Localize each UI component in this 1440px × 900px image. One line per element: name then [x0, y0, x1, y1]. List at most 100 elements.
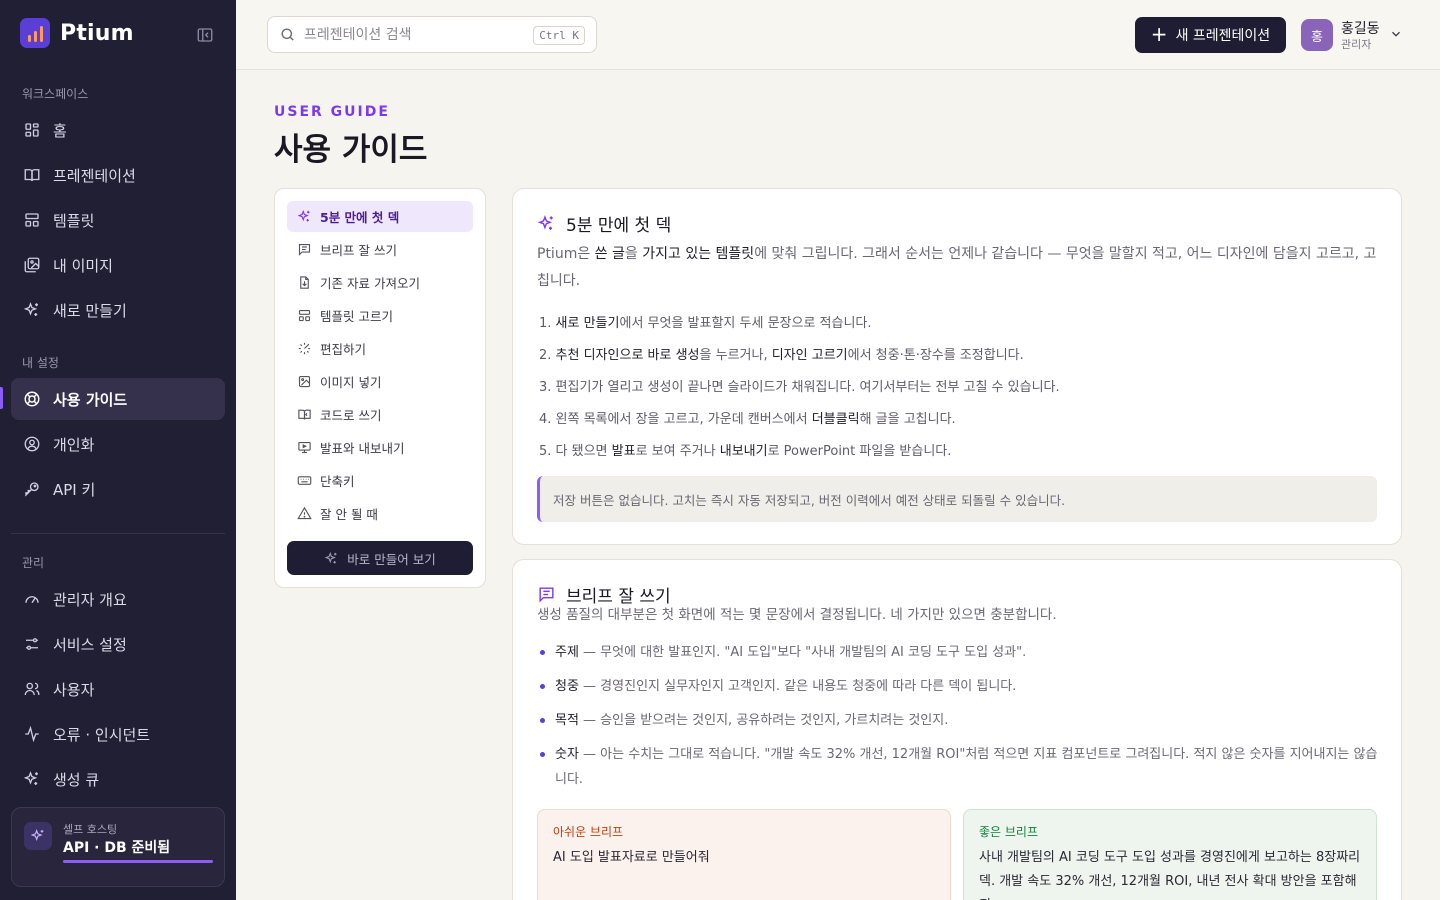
- plus-icon: +: [1150, 22, 1168, 46]
- intro-text: Ptium은: [537, 246, 595, 262]
- step-emphasis: 추천 디자인으로 바로 생성: [555, 348, 700, 363]
- selfhost-status-card: 셀프 호스팅 API · DB 준비됨: [11, 807, 225, 887]
- selfhost-label: 셀프 호스팅: [63, 823, 118, 836]
- sidebar-item-users[interactable]: 사용자: [11, 668, 225, 710]
- intro-text: 을: [624, 246, 643, 262]
- intro-emphasis: 가지고 있는 템플릿: [642, 246, 755, 262]
- user-circle-icon: [24, 436, 40, 452]
- toc-item-label: 코드로 쓰기: [320, 408, 382, 423]
- sparkles-icon: [23, 302, 38, 316]
- toc-item-images[interactable]: 이미지 넣기: [287, 366, 473, 397]
- sidebar-item-my-images[interactable]: 내 이미지: [11, 244, 225, 286]
- toc-item-label: 템플릿 고르기: [320, 309, 393, 324]
- search-box[interactable]: Ctrl K: [267, 16, 597, 53]
- search-shortcut: Ctrl K: [533, 26, 585, 45]
- step-text: 을 누르거나,: [699, 348, 772, 363]
- user-role: 관리자: [1341, 38, 1372, 51]
- key-icon: [25, 482, 39, 497]
- toc-item-brief[interactable]: 브리프 잘 쓰기: [287, 234, 473, 265]
- logo-icon: [20, 18, 50, 48]
- toc-item-label: 잘 안 될 때: [320, 507, 378, 522]
- selfhost-progress-fill: [63, 860, 213, 863]
- toc-item-quickstart[interactable]: 5분 만에 첫 덱: [287, 201, 473, 232]
- bullet-text: — 아는 수치는 그대로 적습니다. "개발 속도 32% 개선, 12개월 R…: [555, 747, 1378, 787]
- toc-item-shortcuts[interactable]: 단축키: [287, 465, 473, 496]
- search-input[interactable]: [304, 26, 524, 43]
- sidebar-item-label: 사용 가이드: [53, 390, 128, 409]
- users-icon: [24, 682, 40, 696]
- toc-item-import[interactable]: 기존 자료 가져오기: [287, 267, 473, 298]
- nav-section-workspace: 워크스페이스: [22, 87, 89, 101]
- bullet-term: 주제: [555, 645, 579, 660]
- step-emphasis: 더블클릭: [811, 412, 860, 427]
- step-number: 1.: [539, 316, 552, 331]
- active-indicator: [0, 387, 3, 409]
- toc-item-templates[interactable]: 템플릿 고르기: [287, 300, 473, 331]
- toc-item-editing[interactable]: 편집하기: [287, 333, 473, 364]
- quickstart-step: 1. 새로 만들기에서 무엇을 발표할지 두세 문장으로 적습니다.: [539, 312, 1379, 331]
- step-emphasis: 디자인 고르기: [771, 348, 848, 363]
- brief-bullet: 숫자 — 아는 수치는 그대로 적습니다. "개발 속도 32% 개선, 12개…: [537, 742, 1379, 792]
- step-number: 4.: [539, 412, 552, 427]
- step-text: 해 글을 고칩니다.: [859, 412, 956, 427]
- bullet-term: 목적: [555, 713, 579, 728]
- sidebar-item-generation-queue[interactable]: 생성 큐: [11, 758, 225, 800]
- quickstart-intro: Ptium은 쓴 글을 가지고 있는 템플릿에 맞춰 그립니다. 그래서 순서는…: [537, 241, 1379, 295]
- quickstart-step: 4. 왼쪽 목록에서 장을 고르고, 가운데 캔버스에서 더블클릭해 글을 고칩…: [539, 408, 1379, 427]
- brief-card: 브리프 잘 쓰기 생성 품질의 대부분은 첫 화면에 적는 몇 문장에서 결정됩…: [512, 559, 1402, 900]
- sparkles-icon: [297, 209, 310, 222]
- toc-item-label: 단축키: [320, 474, 355, 489]
- layout-icon: [25, 213, 39, 227]
- sidebar-item-service-settings[interactable]: 서비스 설정: [11, 623, 225, 665]
- chevron-down-icon[interactable]: [1389, 27, 1403, 41]
- search-icon: [281, 28, 294, 41]
- bad-brief-example: 아쉬운 브리프 AI 도입 발표자료로 만들어줘: [537, 809, 951, 900]
- bullet-term: 청중: [555, 679, 579, 694]
- sidebar-item-personalization[interactable]: 개인화: [11, 423, 225, 465]
- step-emphasis: 새로 만들기: [555, 316, 620, 331]
- sidebar-item-presentations[interactable]: 프레젠테이션: [11, 154, 225, 196]
- sidebar-item-admin-overview[interactable]: 관리자 개요: [11, 578, 225, 620]
- image-icon: [298, 375, 311, 388]
- step-text: 편집기가 열리고 생성이 끝나면 슬라이드가 채워집니다. 여기서부터는 전부 …: [555, 380, 1060, 395]
- sidebar-collapse-icon[interactable]: [196, 26, 214, 44]
- avatar[interactable]: 홍: [1301, 19, 1333, 51]
- brief-bullet: 청중 — 경영진인지 실무자인지 고객인지. 같은 내용도 청중에 따라 다른 …: [537, 674, 1379, 699]
- toc-item-label: 기존 자료 가져오기: [320, 276, 420, 291]
- toc-item-present-export[interactable]: 발표와 내보내기: [287, 432, 473, 463]
- toc-item-code[interactable]: 코드로 쓰기: [287, 399, 473, 430]
- user-name[interactable]: 홍길동: [1341, 18, 1380, 38]
- sidebar-item-errors-incidents[interactable]: 오류 · 인시던트: [11, 713, 225, 755]
- nav-section-admin: 관리: [22, 556, 45, 570]
- brief-bullet: 목적 — 승인을 받으려는 것인지, 공유하려는 것인지, 가르치려는 것인지.: [537, 708, 1379, 733]
- sidebar-item-create-new[interactable]: 새로 만들기: [11, 289, 225, 331]
- toc-item-troubleshooting[interactable]: 잘 안 될 때: [287, 498, 473, 529]
- step-text: 에서 무엇을 발표할지 두세 문장으로 적습니다.: [619, 316, 872, 331]
- sidebar-item-label: 생성 큐: [53, 770, 100, 789]
- quickstart-heading: 5분 만에 첫 덱: [537, 211, 671, 236]
- intro-emphasis: 쓴 글: [594, 246, 625, 262]
- toc-item-label: 편집하기: [320, 342, 367, 357]
- activity-icon: [25, 725, 39, 743]
- sidebar-item-label: 관리자 개요: [53, 590, 127, 609]
- wand-icon: [298, 342, 311, 355]
- brand[interactable]: Ptium: [20, 18, 134, 48]
- quickstart-card: 5분 만에 첫 덱 Ptium은 쓴 글을 가지고 있는 템플릿에 맞춰 그립니…: [512, 188, 1402, 545]
- sidebar-item-home[interactable]: 홈: [11, 109, 225, 151]
- step-number: 2.: [539, 348, 552, 363]
- sidebar-item-api-keys[interactable]: API 키: [11, 468, 225, 510]
- new-presentation-button[interactable]: + 새 프레젠테이션: [1135, 17, 1286, 53]
- sidebar-item-label: 서비스 설정: [53, 635, 127, 654]
- try-now-label: 바로 만들어 보기: [347, 551, 436, 567]
- good-brief-text: 사내 개발팀의 AI 코딩 도구 도입 성과를 경영진에게 보고하는 8장짜리 …: [979, 850, 1361, 900]
- step-emphasis: 내보내기: [719, 444, 768, 459]
- sidebar-item-templates[interactable]: 템플릿: [11, 199, 225, 241]
- selfhost-progress: [63, 860, 213, 863]
- sidebar-item-label: 오류 · 인시던트: [53, 725, 151, 744]
- sidebar-item-user-guide[interactable]: 사용 가이드: [11, 378, 225, 420]
- try-now-button[interactable]: 바로 만들어 보기: [287, 541, 473, 575]
- sidebar-item-label: 홈: [53, 121, 67, 140]
- sidebar-item-label: 프레젠테이션: [53, 166, 136, 185]
- alert-triangle-icon: [297, 506, 312, 520]
- brief-bullet: 주제 — 무엇에 대한 발표인지. "AI 도입"보다 "사내 개발팀의 AI …: [537, 640, 1379, 665]
